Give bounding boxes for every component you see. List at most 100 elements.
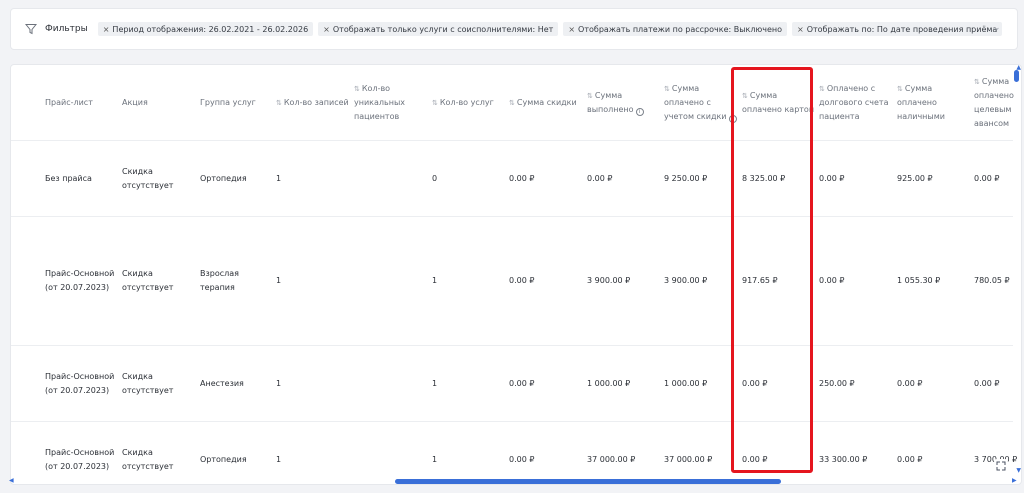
table-cell-promo: Скидка отсутствует [122,371,174,395]
column-header-promo[interactable]: Акция [122,65,196,140]
table-cell-services-count: 1 [432,276,438,285]
table-row[interactable]: Прайс-Основной (от 20.07.2023) Скидка отс… [11,217,1013,346]
table-cell-paid-with-discount: 1 000.00 ₽ [664,378,708,388]
table-cell-paid-cash: 0.00 ₽ [897,378,923,388]
table-cell-promo: Скидка отсутствует [122,447,174,471]
sort-icon[interactable]: ⇅ [354,85,360,93]
table-cell-discount-sum: 0.00 ₽ [509,276,535,285]
column-header-label: Оплачено с долгового счета пациента [819,83,889,121]
table-cell-service-group: Анестезия [200,378,244,388]
close-icon[interactable]: × [103,25,110,34]
table-cell-promo: Скидка отсутствует [122,166,174,190]
column-header-paid-from-debt[interactable]: ⇅ Оплачено с долгового счета пациента [819,65,893,140]
table-cell-paid-target-advance: 780.05 ₽ [974,276,1010,285]
column-header-price-list[interactable]: Прайс-лист [45,65,121,140]
column-header-records-count[interactable]: ⇅ Кол-во записей [276,65,350,140]
table-cell-records-count: 1 [276,276,282,285]
column-header-label: Кол-во записей [283,97,349,107]
table-cell-completed-sum: 3 900.00 ₽ [587,276,631,285]
table-cell-paid-cash: 925.00 ₽ [897,173,933,183]
table-cell-service-group: Взрослая терапия [200,269,239,292]
column-header-paid-with-discount[interactable]: ⇅ Сумма оплачено с учетом скидки i [664,65,738,140]
table-cell-paid-from-debt: 33 300.00 ₽ [819,454,868,464]
close-icon[interactable]: × [323,25,330,34]
table-cell-paid-by-card: 917.65 ₽ [742,276,778,285]
sort-icon[interactable]: ⇅ [742,92,748,100]
column-header-service-group[interactable]: Группа услуг [200,65,272,140]
report-table: Прайс-лист Акция Группа услуг ⇅ Кол-во запис… [10,64,1022,485]
close-icon[interactable]: × [568,25,575,34]
table-row[interactable]: Прайс-Основной (от 20.07.2023) Скидка отс… [11,346,1013,422]
table-cell-paid-by-card: 0.00 ₽ [742,454,768,464]
column-header-unique-patients[interactable]: ⇅ Кол-во уникальных пациентов [354,65,428,140]
table-cell-paid-with-discount: 9 250.00 ₽ [664,173,708,183]
info-icon[interactable]: i [728,114,737,123]
column-header-label: Кол-во уникальных пациентов [354,83,406,121]
column-header-completed-sum[interactable]: ⇅ Сумма выполнено i [587,65,659,140]
fullscreen-icon[interactable] [994,459,1008,473]
table-cell-paid-from-debt: 0.00 ₽ [819,276,845,285]
vertical-scrollbar-thumb[interactable] [1014,70,1019,82]
table-cell-price-list: Прайс-Основной (от 20.07.2023) [45,447,115,471]
sort-icon[interactable]: ⇅ [276,99,282,107]
scroll-left-icon[interactable]: ◀ [9,477,14,484]
table-cell-services-count: 0 [432,173,438,183]
table-cell-price-list: Прайс-Основной (от 20.07.2023) [45,269,115,292]
horizontal-scrollbar-thumb[interactable] [395,479,781,484]
table-cell-discount-sum: 0.00 ₽ [509,173,535,183]
table-row[interactable]: Прайс-Основной (от 20.07.2023) Скидка отс… [11,422,1017,484]
sort-icon[interactable]: ⇅ [819,85,825,93]
column-header-label: Сумма выполнено [587,90,634,114]
table-cell-unique-patients [354,346,428,421]
chevron-down-icon[interactable]: ⌄ [993,23,1003,33]
sort-icon[interactable]: ⇅ [432,99,438,107]
table-cell-paid-from-debt: 0.00 ₽ [819,173,845,183]
filter-chip-coexecutors[interactable]: × Отображать только услуги с соисполнител… [318,22,559,36]
sort-icon[interactable]: ⇅ [509,99,515,107]
column-header-label: Группа услуг [200,97,256,107]
table-cell-services-count: 1 [432,378,438,388]
table-cell-paid-cash: 1 055.30 ₽ [897,276,941,285]
table-cell-paid-with-discount: 3 900.00 ₽ [664,276,708,285]
scroll-down-icon[interactable]: ▼ [1016,467,1021,474]
table-cell-completed-sum: 1 000.00 ₽ [587,378,631,388]
filter-chip-installments[interactable]: × Отображать платежи по рассрочке: Выключ… [563,22,787,36]
column-header-discount-sum[interactable]: ⇅ Сумма скидки [509,65,583,140]
column-header-label: Сумма оплачено с учетом скидки [664,83,727,121]
column-header-paid-by-card[interactable]: ⇅ Сумма оплачено картой [742,65,816,140]
table-cell-discount-sum: 0.00 ₽ [509,378,535,388]
table-header: Прайс-лист Акция Группа услуг ⇅ Кол-во запис… [11,65,1014,141]
table-cell-paid-from-debt: 250.00 ₽ [819,378,855,388]
table-cell-paid-by-card: 0.00 ₽ [742,378,768,388]
column-header-label: Сумма оплачено картой [742,90,815,114]
table-cell-records-count: 1 [276,173,282,183]
column-header-label: Прайс-лист [45,97,93,107]
sort-icon[interactable]: ⇅ [974,78,980,86]
sort-icon[interactable]: ⇅ [664,85,670,93]
table-cell-records-count: 1 [276,378,282,388]
table-cell-unique-patients [354,217,428,345]
filter-chip-display-by[interactable]: × Отображать по: По дате проведения приём… [792,22,1003,36]
table-cell-services-count: 1 [432,454,438,464]
scroll-right-icon[interactable]: ▶ [1012,477,1017,484]
column-header-label: Сумма оплачено наличными [897,83,945,121]
table-cell-unique-patients [354,422,428,484]
sort-icon[interactable]: ⇅ [897,85,903,93]
filters-label[interactable]: Фильтры [45,24,88,34]
close-icon[interactable]: × [797,25,804,34]
filters-bar: Фильтры × Период отображения: 26.02.2021 … [10,8,1018,50]
table-cell-records-count: 1 [276,454,282,464]
sort-icon[interactable]: ⇅ [587,92,593,100]
column-header-services-count[interactable]: ⇅ Кол-во услуг [432,65,504,140]
table-cell-service-group: Ортопедия [200,173,247,183]
table-cell-discount-sum: 0.00 ₽ [509,454,535,464]
column-header-paid-cash[interactable]: ⇅ Сумма оплачено наличными [897,65,969,140]
table-cell-price-list: Без прайса [45,173,92,183]
info-icon[interactable]: i [635,107,644,116]
table-cell-paid-target-advance: 0.00 ₽ [974,173,1000,183]
table-row[interactable]: Без прайса Скидка отсутствует Ортопедия 1 0 0… [11,141,1013,217]
filter-icon [25,24,37,35]
table-cell-price-list: Прайс-Основной (от 20.07.2023) [45,371,115,395]
filter-chip-period[interactable]: × Период отображения: 26.02.2021 - 26.02.… [97,22,314,36]
column-header-label: Кол-во услуг [439,97,494,107]
